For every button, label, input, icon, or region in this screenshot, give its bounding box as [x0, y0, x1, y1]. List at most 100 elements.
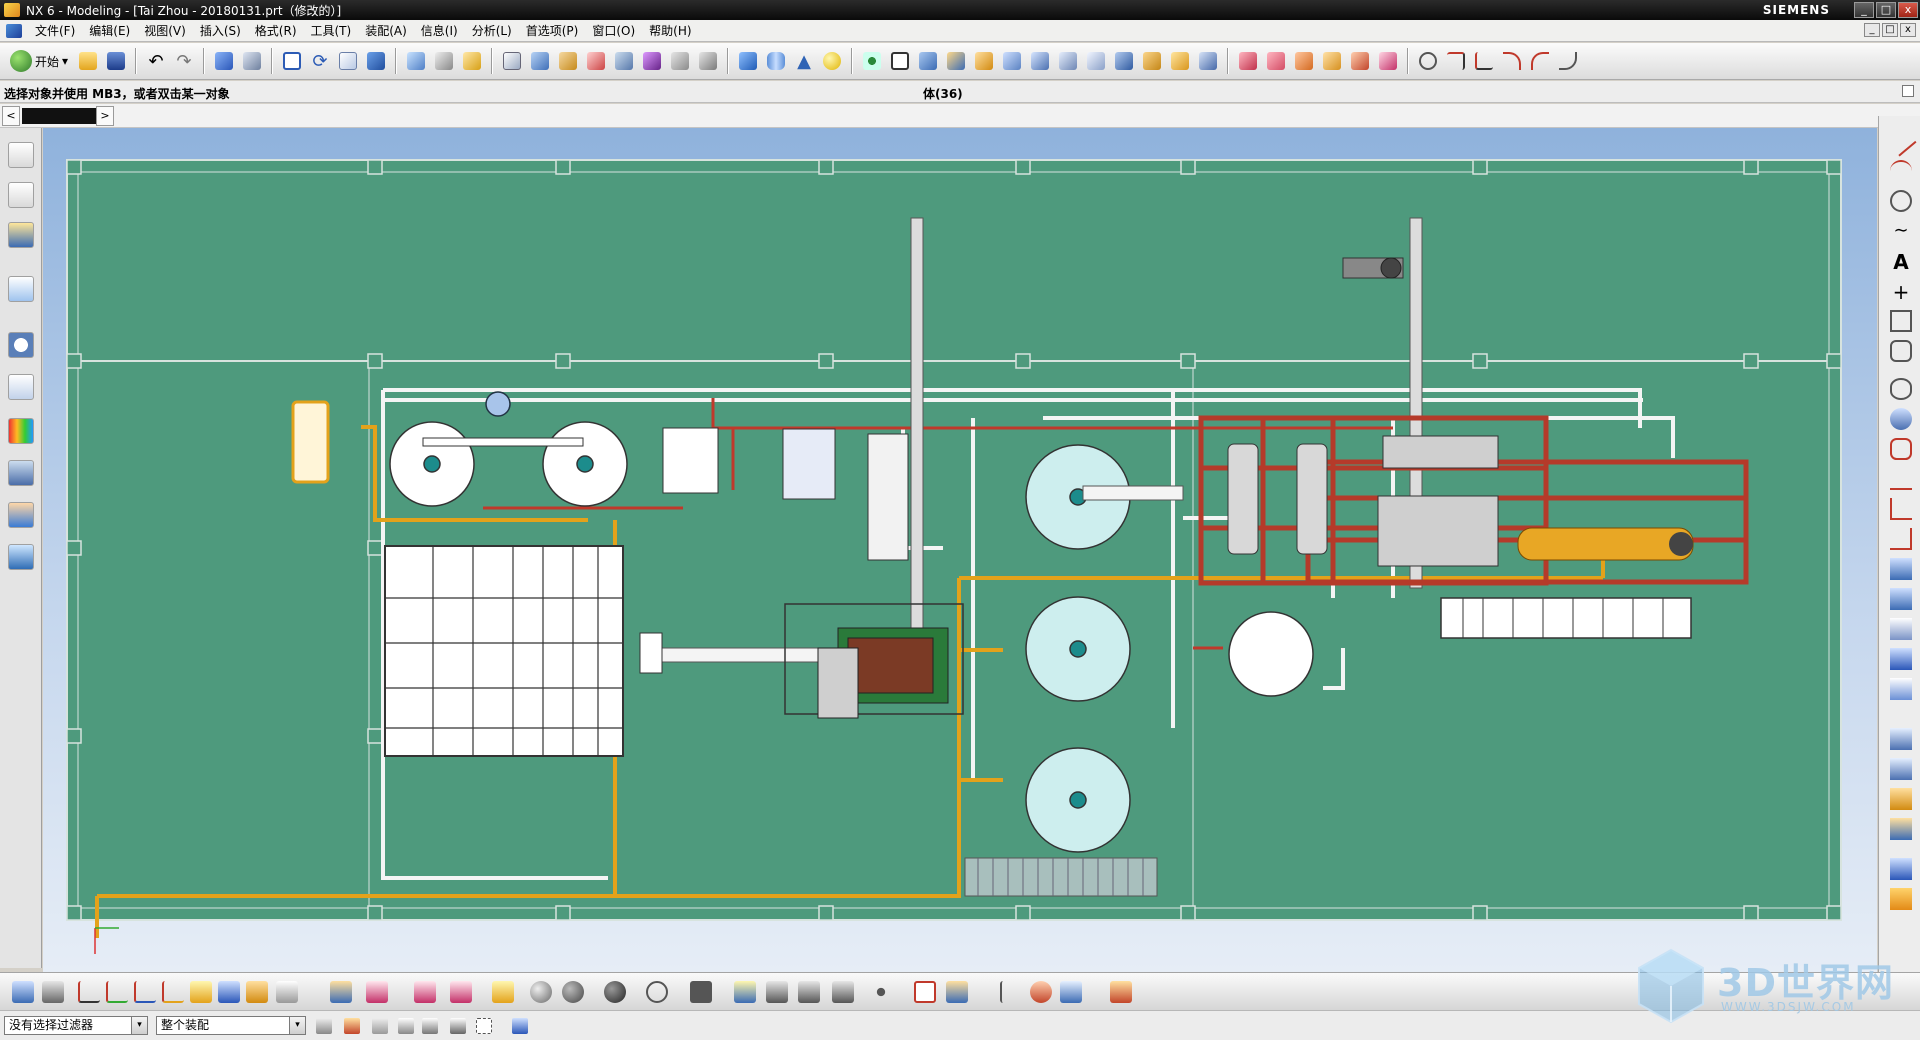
offset-curve-icon[interactable] — [1890, 498, 1912, 520]
face-rule-icon[interactable] — [398, 1018, 414, 1034]
wcs-dynamics-icon[interactable] — [162, 981, 184, 1003]
rectangle-button[interactable] — [888, 49, 912, 73]
split-body-button[interactable] — [1056, 49, 1080, 73]
select-all-icon[interactable] — [372, 1018, 388, 1034]
swept-icon[interactable] — [1890, 588, 1912, 610]
layer-settings-icon[interactable] — [12, 981, 34, 1003]
grid-dots-icon[interactable] — [870, 981, 892, 1003]
menu-assemblies[interactable]: 装配(A) — [358, 20, 414, 42]
open-button[interactable] — [76, 49, 100, 73]
shell-button[interactable] — [1000, 49, 1024, 73]
thicken-button[interactable] — [972, 49, 996, 73]
datum-button[interactable] — [432, 49, 456, 73]
polygon-icon[interactable] — [1890, 340, 1912, 362]
scroll-right-button[interactable]: > — [96, 106, 114, 126]
cylinder-button[interactable] — [764, 49, 788, 73]
replace-face-button[interactable] — [1264, 49, 1288, 73]
studio-surface-icon[interactable] — [1890, 678, 1912, 700]
text-icon[interactable]: A — [1890, 250, 1912, 274]
transform-button[interactable] — [240, 49, 264, 73]
menu-insert[interactable]: 插入(S) — [193, 20, 248, 42]
menu-help[interactable]: 帮助(H) — [642, 20, 698, 42]
orient-view-button[interactable] — [364, 49, 388, 73]
block-button[interactable] — [736, 49, 760, 73]
through-curves-icon[interactable] — [1890, 558, 1912, 580]
sheet-icon[interactable] — [1890, 858, 1912, 880]
scroll-left-button[interactable]: < — [2, 106, 20, 126]
boolean-button[interactable] — [612, 49, 636, 73]
datum-plane-button[interactable] — [460, 49, 484, 73]
measure-angle-icon[interactable] — [330, 981, 352, 1003]
connectivity-icon[interactable] — [450, 1018, 466, 1034]
menu-edit[interactable]: 编辑(E) — [82, 20, 137, 42]
person-icon[interactable] — [766, 981, 788, 1003]
redo-button[interactable]: ↷ — [172, 49, 196, 73]
law-extension-icon[interactable] — [1890, 728, 1912, 750]
floor-plane-icon[interactable] — [798, 981, 820, 1003]
point-snap-icon[interactable] — [1060, 981, 1082, 1003]
body-select-icon[interactable] — [512, 1018, 528, 1034]
selection-scope-dropdown[interactable]: 整个装配 ▾ — [156, 1016, 306, 1035]
surface-icon[interactable] — [1890, 408, 1912, 430]
doc-close-button[interactable]: x — [1900, 23, 1916, 37]
doc-minimize-button[interactable]: _ — [1864, 23, 1880, 37]
general-filter-icon[interactable] — [344, 1018, 360, 1034]
view-cube-icon[interactable] — [914, 981, 936, 1003]
arc-icon[interactable] — [1890, 160, 1912, 182]
reset-filter-icon[interactable] — [316, 1018, 332, 1034]
clip-section-icon[interactable] — [414, 981, 436, 1003]
fillet-curve-button[interactable] — [1500, 49, 1524, 73]
resize-blend-button[interactable] — [1292, 49, 1316, 73]
menu-information[interactable]: 信息(I) — [414, 20, 465, 42]
line-icon[interactable] — [1885, 125, 1917, 157]
shadow-icon[interactable] — [832, 981, 854, 1003]
section-view-icon[interactable] — [366, 981, 388, 1003]
fit-view-button[interactable] — [280, 49, 304, 73]
save-button[interactable] — [104, 49, 128, 73]
menu-tools[interactable]: 工具(T) — [304, 20, 359, 42]
expand-icon[interactable] — [1902, 85, 1914, 97]
hidden-wireframe-icon[interactable] — [646, 981, 668, 1003]
draft-button[interactable] — [1196, 49, 1220, 73]
chamfer-button[interactable] — [1140, 49, 1164, 73]
sew-button[interactable] — [1084, 49, 1108, 73]
doc-restore-button[interactable]: □ — [1882, 23, 1898, 37]
wcs-rotate-icon[interactable] — [106, 981, 128, 1003]
rotate-button[interactable]: ⟳ — [308, 49, 332, 73]
magnet-icon[interactable] — [1030, 981, 1052, 1003]
history-icon[interactable] — [8, 332, 34, 358]
ellipse-icon[interactable] — [1890, 378, 1912, 400]
synchronous-move-button[interactable] — [1236, 49, 1260, 73]
delete-face-button[interactable] — [1320, 49, 1344, 73]
curve-rule-icon[interactable] — [422, 1018, 438, 1034]
tools-icon[interactable] — [946, 981, 968, 1003]
wcs-orient-icon[interactable] — [134, 981, 156, 1003]
process-studio-icon[interactable] — [8, 460, 34, 486]
document-icon[interactable] — [6, 23, 22, 38]
bridge-curve-icon[interactable] — [1890, 468, 1912, 490]
circle-icon[interactable] — [1890, 190, 1912, 212]
pull-face-button[interactable] — [1376, 49, 1400, 73]
trim-sheet-icon[interactable] — [1890, 788, 1912, 810]
menu-view[interactable]: 视图(V) — [137, 20, 193, 42]
mirror-button[interactable] — [668, 49, 692, 73]
rectangle-icon[interactable] — [1890, 310, 1912, 332]
roles-icon[interactable] — [8, 502, 34, 528]
hole-button[interactable] — [584, 49, 608, 73]
extend-curve-button[interactable] — [1528, 49, 1552, 73]
web-browser-icon[interactable] — [8, 276, 34, 302]
static-wireframe-icon[interactable] — [604, 981, 626, 1003]
wcs-set-icon[interactable] — [246, 981, 268, 1003]
extrude-button[interactable] — [528, 49, 552, 73]
trim-curve-button[interactable] — [1444, 49, 1468, 73]
edit-object-button[interactable] — [212, 49, 236, 73]
fill-surface-icon[interactable] — [1890, 818, 1912, 840]
background-icon[interactable] — [690, 981, 712, 1003]
assembly-navigator-button[interactable] — [500, 49, 524, 73]
sketch-button[interactable] — [404, 49, 428, 73]
snap-icon[interactable] — [1000, 981, 1022, 1003]
type-filter-dropdown[interactable]: 没有选择过滤器 ▾ — [4, 1016, 148, 1035]
rectangle-select-icon[interactable] — [476, 1018, 492, 1034]
start-button[interactable]: 开始 ▾ — [6, 50, 72, 72]
highlight-icon[interactable] — [492, 981, 514, 1003]
